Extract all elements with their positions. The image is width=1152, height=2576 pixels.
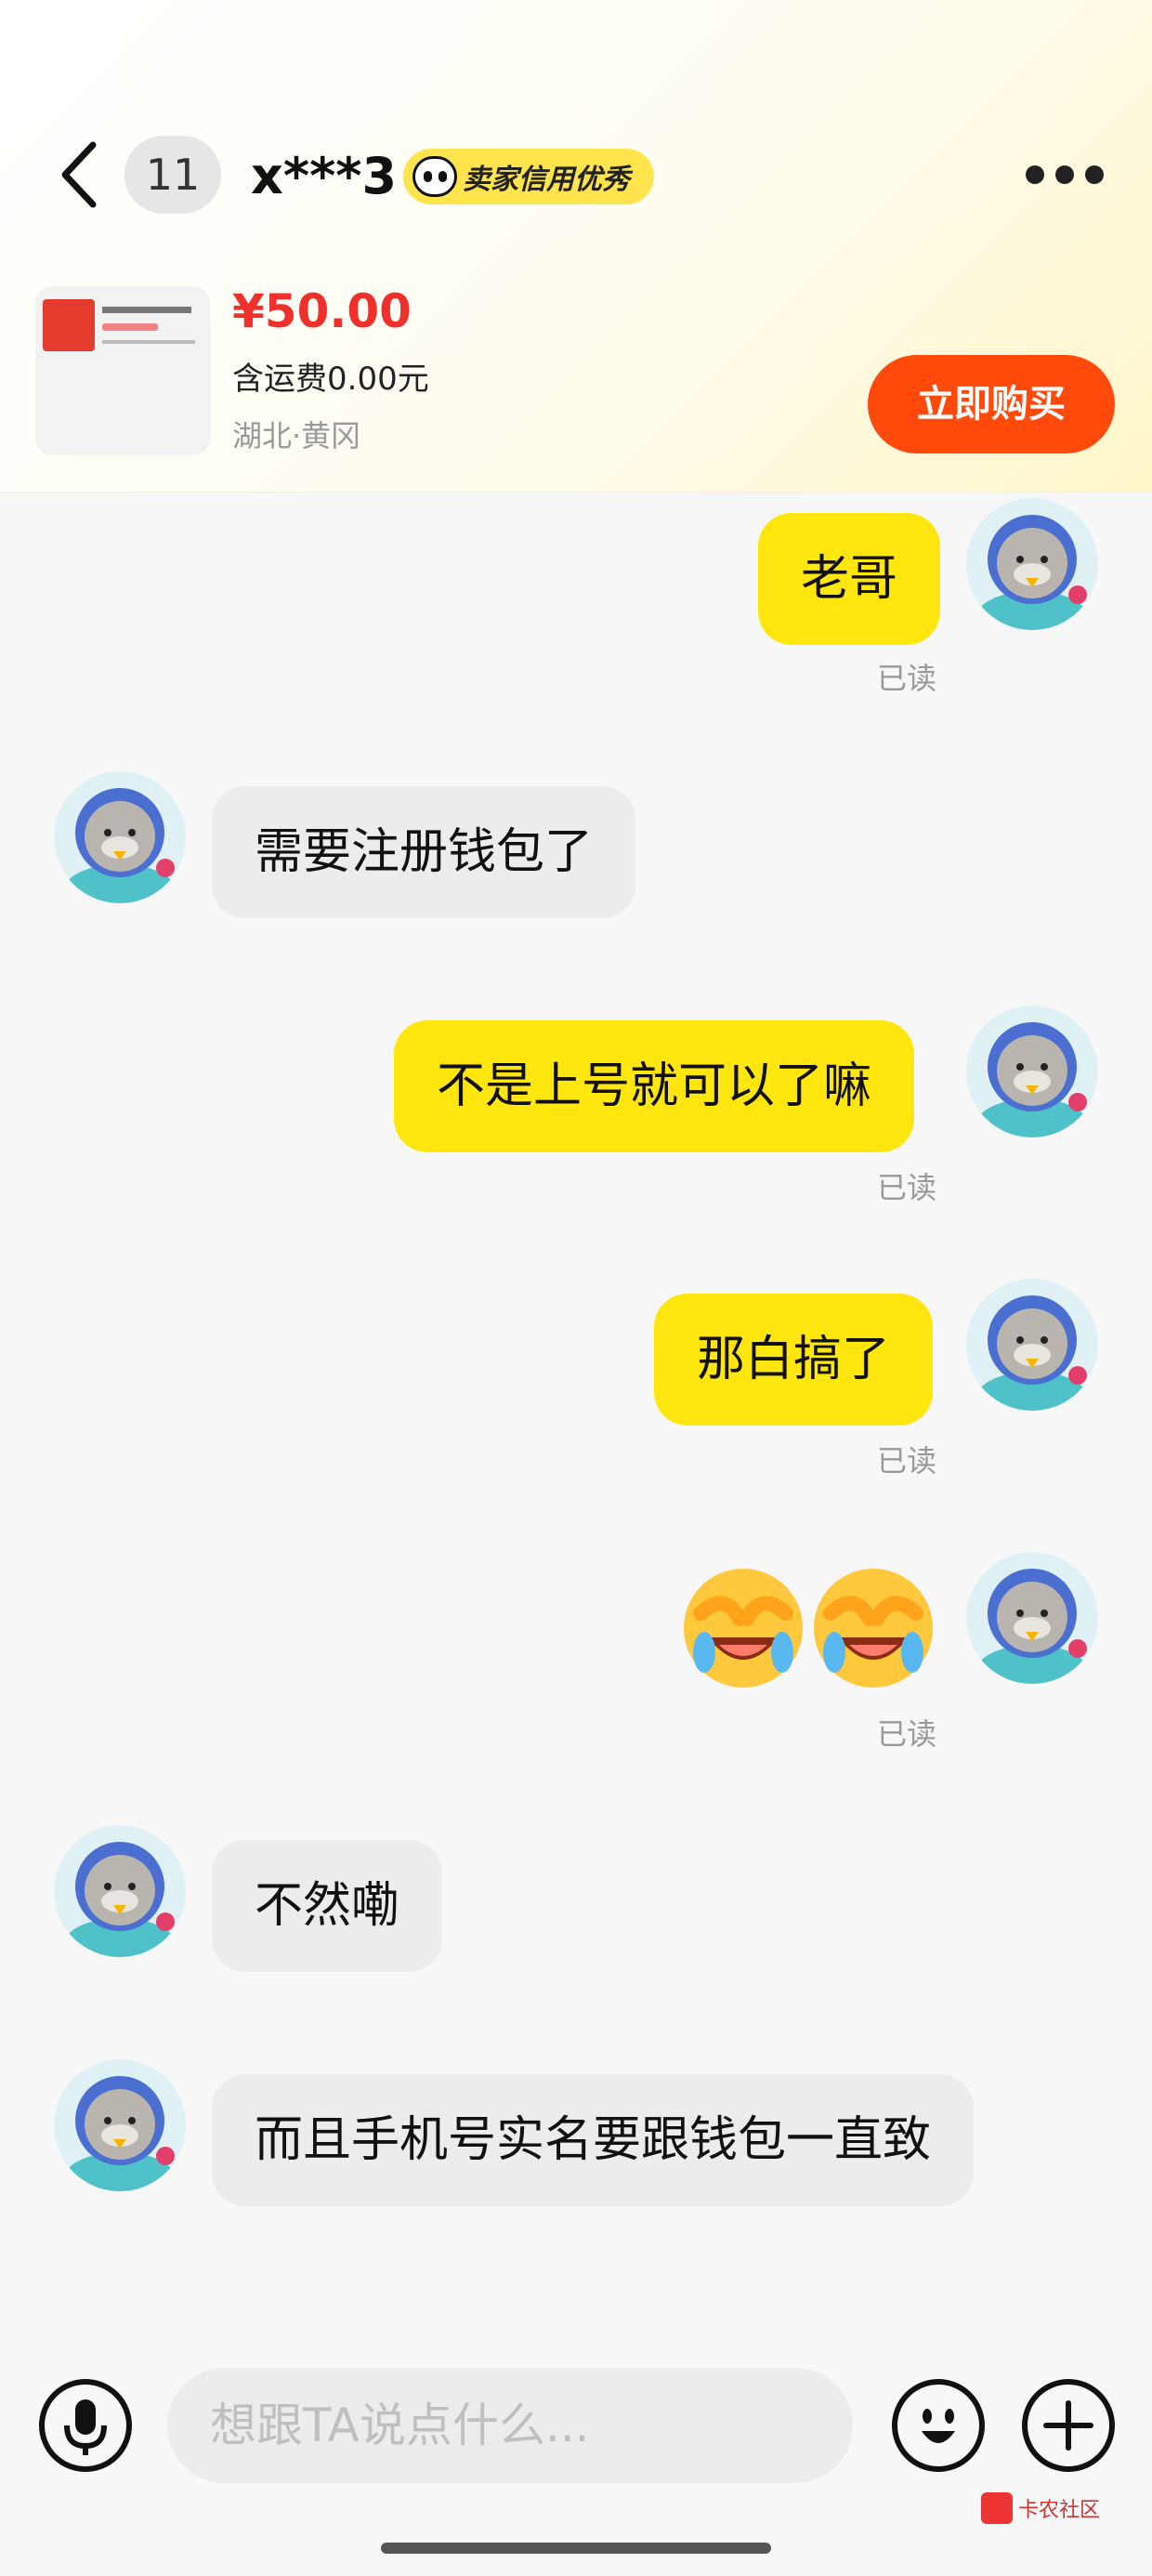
read-status: 已读 bbox=[877, 1716, 937, 1752]
my-avatar[interactable] bbox=[966, 498, 1098, 630]
read-status: 已读 bbox=[877, 661, 937, 696]
watermark-text: 卡农社区 bbox=[1018, 2499, 1101, 2522]
message-bubble-theirs[interactable]: 需要注册钱包了 bbox=[212, 786, 636, 918]
contact-avatar[interactable] bbox=[54, 771, 186, 903]
item-shipping: 含运费0.00元 bbox=[232, 361, 429, 398]
watermark-logo-icon bbox=[981, 2492, 1013, 2524]
eyes-icon bbox=[412, 156, 457, 197]
item-location: 湖北·黄冈 bbox=[232, 418, 361, 453]
contact-avatar[interactable] bbox=[54, 2059, 186, 2191]
home-indicator[interactable] bbox=[381, 2543, 771, 2554]
my-avatar[interactable] bbox=[966, 1005, 1098, 1137]
watermark: 卡农社区 bbox=[981, 2492, 1100, 2524]
read-status: 已读 bbox=[877, 1170, 937, 1205]
crying-laughing-emoji bbox=[678, 1563, 808, 1693]
header: 11 x***3 卖家信用优秀 ¥50.00 含运费0.00元 湖北·黄冈 立即… bbox=[0, 0, 1152, 493]
buy-now-button[interactable]: 立即购买 bbox=[868, 355, 1115, 453]
add-icon[interactable] bbox=[1022, 2379, 1115, 2472]
item-price: ¥50.00 bbox=[232, 284, 412, 338]
contact-avatar[interactable] bbox=[54, 1825, 186, 1957]
seller-credit-label: 卖家信用优秀 bbox=[463, 164, 630, 196]
my-avatar[interactable] bbox=[966, 1279, 1098, 1411]
message-bubble-theirs[interactable]: 而且手机号实名要跟钱包一直致 bbox=[212, 2074, 975, 2206]
unread-count-badge[interactable]: 11 bbox=[124, 136, 221, 214]
crying-laughing-emoji bbox=[808, 1563, 938, 1693]
item-thumbnail[interactable] bbox=[35, 286, 210, 455]
emoji-icon[interactable] bbox=[892, 2379, 985, 2472]
message-bubble-mine[interactable]: 不是上号就可以了嘛 bbox=[394, 1020, 915, 1152]
microphone-icon[interactable] bbox=[39, 2379, 132, 2472]
message-input[interactable] bbox=[167, 2368, 853, 2483]
back-arrow-icon[interactable] bbox=[52, 138, 108, 212]
read-status: 已读 bbox=[877, 1443, 937, 1479]
my-avatar[interactable] bbox=[966, 1552, 1098, 1684]
message-bubble-mine[interactable]: 老哥 bbox=[758, 513, 941, 645]
message-bubble-theirs[interactable]: 不然嘞 bbox=[212, 1840, 443, 1972]
more-icon[interactable] bbox=[1026, 158, 1104, 191]
contact-name: x***3 bbox=[251, 147, 398, 205]
message-bubble-mine[interactable]: 那白搞了 bbox=[654, 1294, 934, 1426]
seller-credit-badge: 卖家信用优秀 bbox=[403, 149, 654, 204]
